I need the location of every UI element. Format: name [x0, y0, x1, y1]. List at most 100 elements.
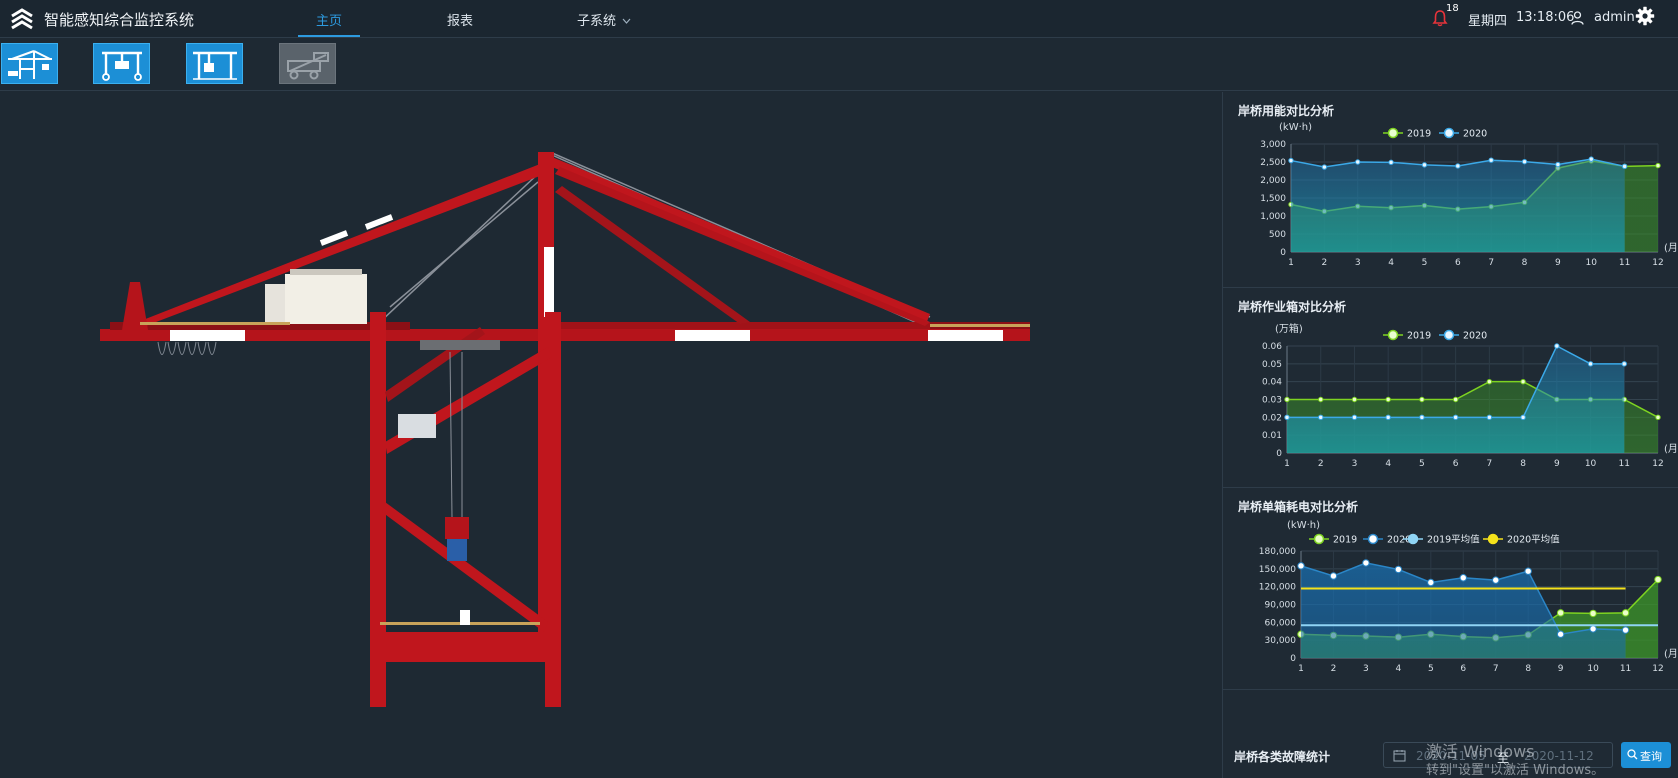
- username-text[interactable]: admin: [1594, 10, 1635, 25]
- x-tick-label: 7: [1486, 459, 1492, 469]
- data-point: [1329, 572, 1338, 580]
- data-point: [1654, 575, 1662, 584]
- crane-3d-viewport[interactable]: [0, 92, 1222, 778]
- data-point: [1589, 609, 1597, 618]
- data-point: [1520, 378, 1526, 385]
- data-point: [1362, 559, 1370, 567]
- data-point: [1554, 343, 1560, 349]
- app-title: 智能感知综合监控系统: [44, 11, 195, 29]
- nav-tab-home[interactable]: 主页: [316, 10, 342, 29]
- x-tick-label: 12: [1652, 664, 1663, 674]
- equipment-toolbar: [0, 39, 1678, 91]
- y-tick-label: 1,000: [1260, 212, 1286, 222]
- x-tick-label: 4: [1395, 664, 1401, 674]
- data-point: [1385, 396, 1391, 403]
- tire-gantry-button[interactable]: [93, 43, 150, 84]
- app-logo-icon: [11, 8, 33, 30]
- y-tick-label: 500: [1269, 230, 1286, 240]
- query-button[interactable]: 查询: [1621, 742, 1671, 768]
- data-point: [1385, 414, 1391, 421]
- y-axis-unit: (kW·h): [1287, 520, 1320, 531]
- legend-marker: [1387, 127, 1399, 139]
- calendar-icon: [1393, 750, 1406, 762]
- x-tick-label: 6: [1460, 664, 1466, 674]
- data-point: [1297, 562, 1305, 570]
- quay-crane-button[interactable]: [1, 43, 58, 84]
- rail-gantry-button[interactable]: [186, 43, 243, 84]
- x-tick-label: 7: [1488, 258, 1494, 268]
- quay-crane-model[interactable]: [100, 152, 1100, 712]
- y-tick-label: 150,000: [1259, 565, 1296, 575]
- nav-tab-subsystem-label: 子系统: [577, 14, 617, 29]
- data-point: [1621, 361, 1627, 367]
- gear-icon[interactable]: [1635, 6, 1655, 26]
- nav-active-indicator: [298, 35, 360, 37]
- legend-marker: [1487, 533, 1499, 545]
- per-box-chart-panel: 岸桥单箱耗电对比分析 0 30,000 60,000 90,000 120,000 150…: [1223, 488, 1678, 690]
- x-tick-label: 10: [1587, 664, 1599, 674]
- data-point: [1452, 414, 1459, 421]
- data-point: [1388, 159, 1394, 166]
- y-tick-label: 0: [1290, 654, 1296, 664]
- y-tick-label: 30,000: [1265, 636, 1297, 646]
- y-tick-label: 120,000: [1259, 583, 1296, 593]
- x-tick-label: 9: [1555, 258, 1561, 268]
- data-point: [1318, 396, 1324, 403]
- x-tick-label: 10: [1586, 258, 1598, 268]
- data-point: [1621, 626, 1630, 634]
- x-tick-label: 12: [1652, 459, 1663, 469]
- x-axis-unit: (月): [1664, 242, 1678, 254]
- nav-tab-reports[interactable]: 报表: [447, 10, 473, 29]
- y-tick-label: 180,000: [1259, 547, 1296, 557]
- x-tick-label: 8: [1520, 459, 1526, 469]
- y-tick-label: 1,500: [1260, 194, 1286, 204]
- x-tick-label: 4: [1385, 459, 1391, 469]
- nav-tab-subsystem[interactable]: 子系统: [577, 10, 631, 29]
- y-axis-unit: (万箱): [1275, 322, 1303, 335]
- per-box-energy-chart: 0 30,000 60,000 90,000 120,000 150,000 180,000…: [1259, 520, 1678, 674]
- top-bar: 智能感知综合监控系统 主页 报表 子系统 18 星期四 13:18:06 adm…: [0, 0, 1678, 38]
- y-tick-label: 0.06: [1262, 342, 1282, 352]
- x-tick-label: 11: [1620, 664, 1631, 674]
- legend-label: 2020: [1463, 331, 1487, 342]
- reach-stacker-button[interactable]: [279, 43, 336, 84]
- x-tick-label: 1: [1288, 258, 1294, 268]
- legend-marker: [1387, 329, 1399, 341]
- legend-marker: [1367, 533, 1379, 545]
- legend-label: 2020: [1387, 535, 1411, 546]
- data-point: [1486, 414, 1493, 421]
- data-point: [1318, 414, 1324, 421]
- x-tick-label: 6: [1455, 258, 1461, 268]
- legend-marker: [1407, 533, 1419, 545]
- legend-label: 2020平均值: [1507, 534, 1560, 546]
- data-point: [1486, 378, 1493, 385]
- x-tick-label: 5: [1428, 664, 1434, 674]
- data-point: [1621, 609, 1630, 617]
- data-point: [1288, 157, 1294, 164]
- query-button-label: 查询: [1640, 750, 1662, 763]
- energy-comparison-chart: 05001,0001,5002,0002,5003,0001 2 3 4 5 6 7 8 9 10…: [1260, 122, 1678, 268]
- data-point: [1419, 396, 1425, 403]
- x-tick-label: 5: [1422, 258, 1428, 268]
- data-point: [1556, 609, 1565, 617]
- x-tick-label: 12: [1652, 258, 1663, 268]
- x-tick-label: 11: [1619, 258, 1630, 268]
- data-point: [1621, 163, 1628, 170]
- user-icon: [1571, 11, 1584, 25]
- gantry-crane-icon: [102, 51, 142, 81]
- data-point: [1394, 565, 1403, 574]
- x-tick-label: 8: [1522, 258, 1528, 268]
- data-point: [1556, 630, 1565, 638]
- data-point: [1488, 157, 1494, 163]
- legend-label: 2020: [1463, 129, 1487, 140]
- data-point: [1452, 396, 1459, 403]
- series-area-2020: [1291, 159, 1625, 252]
- x-tick-label: 2: [1321, 258, 1327, 268]
- data-point: [1588, 156, 1594, 162]
- x-tick-label: 2: [1331, 664, 1337, 674]
- data-point: [1284, 414, 1290, 421]
- x-tick-label: 1: [1298, 664, 1304, 674]
- data-point: [1321, 164, 1328, 170]
- energy-chart-panel: 岸桥用能对比分析 0 500 1,000 1,500 2,000 2,500 3,000 1 2…: [1223, 92, 1678, 288]
- legend-label: 2019: [1333, 535, 1357, 546]
